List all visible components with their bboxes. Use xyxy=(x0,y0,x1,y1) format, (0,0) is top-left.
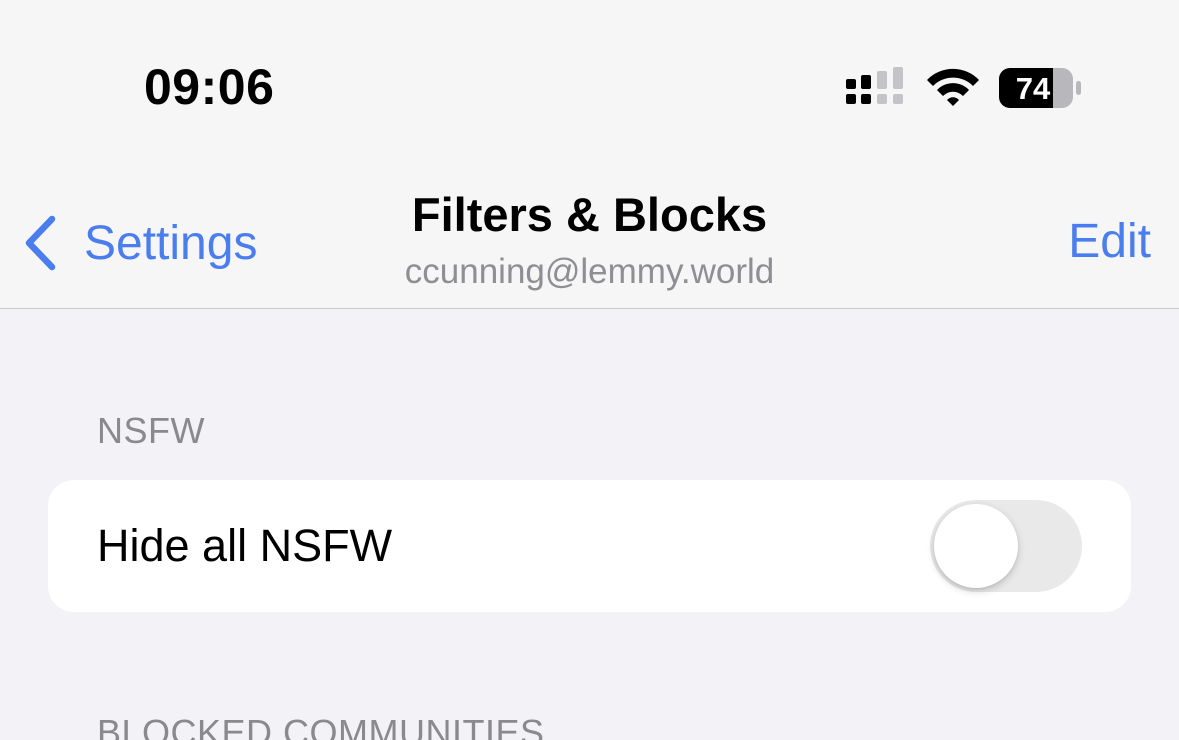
page-title: Filters & Blocks xyxy=(411,188,768,241)
header-area: 09:06 74 Settings Filters & Blocks ccunn… xyxy=(0,0,1179,309)
section-header-blocked-communities: BLOCKED COMMUNITIES xyxy=(97,712,545,740)
toggle-knob xyxy=(934,504,1018,588)
cellular-signal-icon xyxy=(846,67,903,104)
wifi-icon xyxy=(927,68,979,106)
nsfw-settings-card: Hide all NSFW xyxy=(48,480,1131,612)
screen: 09:06 74 Settings Filters & Blocks ccunn… xyxy=(0,0,1179,740)
section-header-nsfw: NSFW xyxy=(97,410,205,451)
account-subtitle: ccunning@lemmy.world xyxy=(404,252,775,291)
edit-button[interactable]: Edit xyxy=(1068,214,1151,269)
battery-level: 74 xyxy=(1016,71,1051,106)
hide-all-nsfw-label: Hide all NSFW xyxy=(97,520,393,571)
status-time: 09:06 xyxy=(144,59,275,115)
hide-all-nsfw-toggle[interactable] xyxy=(930,500,1082,592)
battery-icon: 74 xyxy=(999,68,1081,108)
